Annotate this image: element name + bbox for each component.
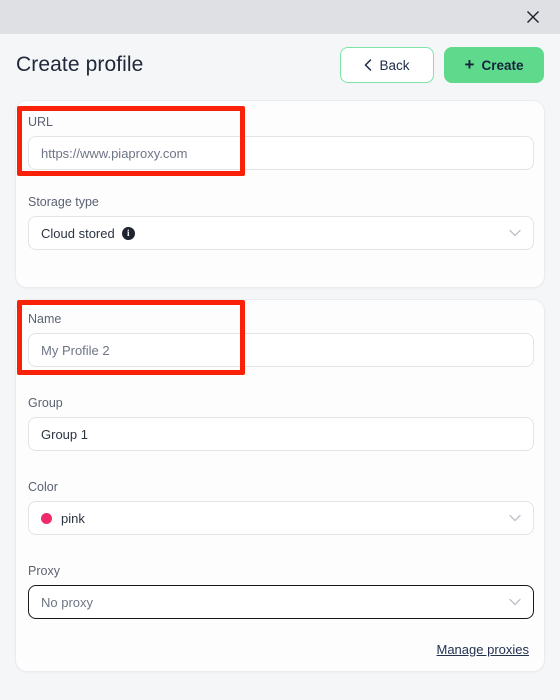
url-input-wrapper[interactable]: [28, 136, 534, 170]
color-swatch: [41, 512, 52, 524]
dialog-header: Create profile Back + Create: [0, 34, 560, 96]
url-input[interactable]: [41, 145, 521, 161]
chevron-down-icon: [509, 514, 521, 522]
group-input-wrapper[interactable]: [28, 417, 534, 451]
name-input-wrapper[interactable]: [28, 333, 534, 367]
field-color: Color pink: [28, 480, 534, 535]
field-color-label: Color: [28, 480, 58, 494]
field-url: URL: [28, 115, 534, 170]
field-name-label: Name: [28, 312, 62, 326]
storage-type-value: Cloud stored: [41, 225, 115, 241]
chevron-down-icon: [509, 229, 521, 237]
close-icon: [527, 11, 539, 23]
storage-type-select[interactable]: Cloud stored i: [28, 216, 534, 250]
create-button-label: Create: [481, 57, 524, 73]
name-input[interactable]: [41, 342, 521, 358]
chevron-down-icon: [509, 598, 521, 606]
field-group: Group: [28, 396, 534, 451]
header-actions: Back + Create: [340, 47, 544, 83]
back-button[interactable]: Back: [340, 47, 434, 83]
proxy-select[interactable]: No proxy: [28, 585, 534, 619]
color-select[interactable]: pink: [28, 501, 534, 535]
field-proxy-label: Proxy: [28, 564, 60, 578]
create-button[interactable]: + Create: [444, 47, 544, 83]
close-window-button[interactable]: [516, 0, 550, 34]
info-icon[interactable]: i: [121, 226, 135, 240]
profile-details-card: Name Group Color pink Proxy No proxy Man…: [15, 299, 545, 672]
page-title: Create profile: [16, 53, 144, 76]
field-storage-type-label: Storage type: [28, 195, 99, 209]
field-storage-type: Storage type Cloud stored i: [28, 195, 534, 250]
field-name: Name: [28, 312, 534, 367]
field-group-label: Group: [28, 396, 63, 410]
plus-icon: +: [464, 55, 475, 74]
window-titlebar: [0, 0, 560, 34]
group-input[interactable]: [41, 426, 521, 442]
proxy-value: No proxy: [41, 594, 94, 610]
manage-proxies-link[interactable]: Manage proxies: [437, 642, 530, 657]
field-proxy: Proxy No proxy: [28, 564, 534, 619]
url-storage-card: URL Storage type Cloud stored i: [15, 100, 545, 288]
back-button-label: Back: [379, 57, 410, 73]
chevron-left-icon: [365, 59, 372, 71]
field-url-label: URL: [28, 115, 54, 129]
color-value: pink: [61, 510, 85, 526]
